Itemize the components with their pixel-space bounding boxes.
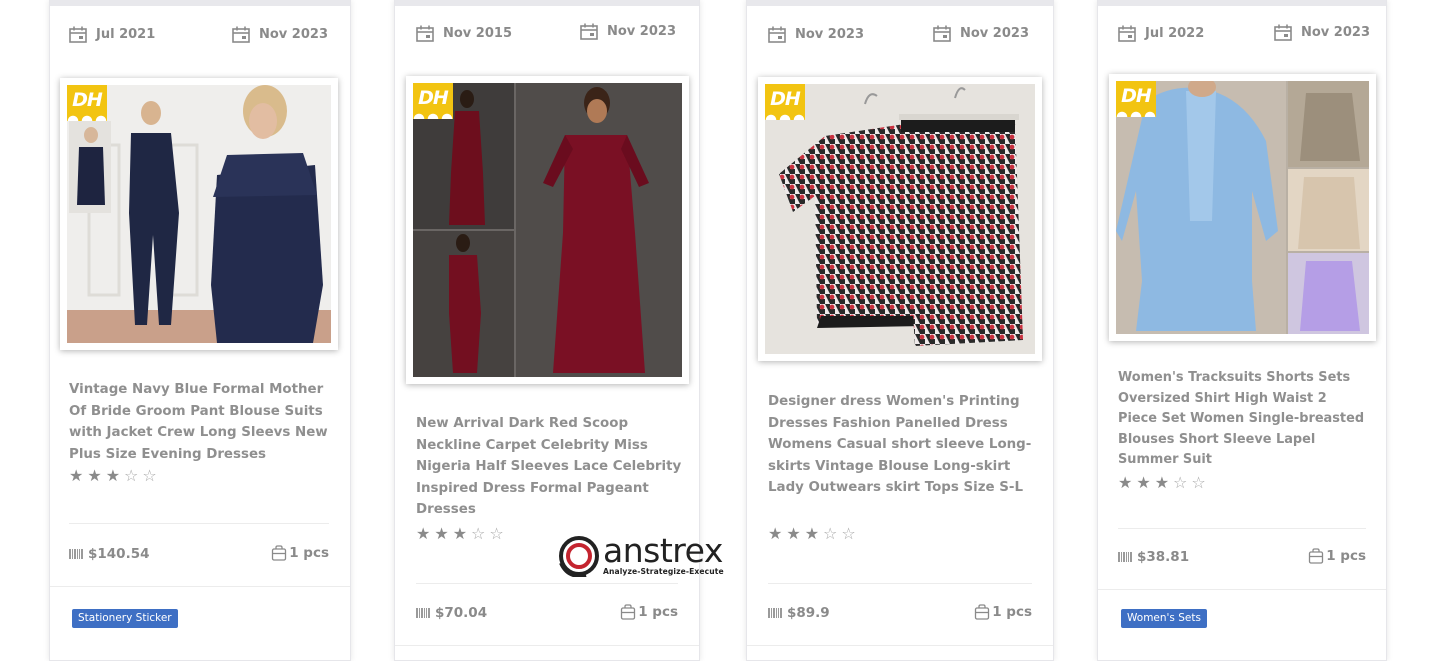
quantity: 1 pcs [1308,548,1366,564]
date-last-seen: Nov 2023 [933,25,1029,42]
date-first-seen: Nov 2015 [416,25,512,42]
divider [416,583,678,584]
calendar-icon [580,23,598,40]
barcode-icon [1118,552,1132,562]
price: $70.04 [416,605,487,621]
anstrex-logo-icon [559,536,599,577]
quantity: 1 pcs [974,604,1032,620]
date-last-seen: Nov 2023 [232,26,328,43]
product-card[interactable]: Jul 2021 Nov 2023 DH Vintage Navy Blue F… [49,0,351,661]
product-card[interactable]: Nov 2023 Nov 2023 DH Designer dress Wome… [746,0,1054,661]
star-icon: ★ [452,524,468,543]
product-title[interactable]: Women's Tracksuits Shorts Sets Oversized… [1118,368,1368,471]
shopping-bag-icon [1309,548,1324,564]
category-badge[interactable]: Stationery Sticker [72,609,178,628]
date-first-seen: Jul 2021 [69,26,155,43]
calendar-icon [1118,25,1136,42]
calendar-icon [416,25,434,42]
price: $38.81 [1118,549,1189,565]
barcode-icon [768,608,782,618]
star-icon: ★ [434,524,449,543]
watermark-tagline: Analyze-Strategize-Execute [603,567,724,576]
star-icon: ☆ [841,524,856,543]
price: $140.54 [69,546,150,562]
divider [395,645,699,646]
star-icon: ☆ [471,524,486,543]
date-first-seen: Nov 2023 [768,26,864,43]
star-icon: ★ [87,466,102,485]
category-badge[interactable]: Women's Sets [1121,609,1207,628]
dh-logo: DH [1116,81,1156,117]
star-icon: ☆ [1173,473,1188,492]
divider [1118,528,1366,529]
calendar-icon [69,26,87,43]
star-icon: ★ [105,466,121,485]
dh-logo: DH [67,85,107,121]
divider [50,586,350,587]
star-icon: ☆ [489,524,504,543]
dh-logo: DH [413,83,453,119]
star-icon: ☆ [142,466,157,485]
star-icon: ★ [768,524,783,543]
divider [1098,589,1386,590]
product-title[interactable]: New Arrival Dark Red Scoop Neckline Carp… [416,413,684,521]
divider [747,645,1053,646]
product-image[interactable]: DH [406,76,689,384]
star-icon: ★ [1154,473,1170,492]
quantity: 1 pcs [271,545,329,561]
product-image[interactable]: DH [758,77,1042,361]
barcode-icon [69,549,83,559]
star-rating: ★ ★ ★ ☆ ☆ [768,526,856,542]
date-last-seen: Nov 2023 [1274,24,1370,41]
price: $89.9 [768,605,830,621]
product-card[interactable]: Jul 2022 Nov 2023 DH Women's Tracksuits … [1097,0,1387,661]
star-icon: ★ [69,466,84,485]
shopping-bag-icon [975,604,990,620]
product-title[interactable]: Designer dress Women's Printing Dresses … [768,391,1038,499]
star-icon: ★ [804,524,820,543]
calendar-icon [933,25,951,42]
divider [69,523,329,524]
product-image[interactable]: DH [60,78,338,350]
watermark-brand: anstrex [603,531,723,570]
star-rating: ★ ★ ★ ☆ ☆ [1118,475,1206,491]
star-icon: ★ [1136,473,1151,492]
dh-logo: DH [765,84,805,120]
calendar-icon [768,26,786,43]
star-icon: ☆ [1191,473,1206,492]
quantity: 1 pcs [620,604,678,620]
calendar-icon [232,26,250,43]
date-last-seen: Nov 2023 [580,23,676,40]
star-icon: ☆ [823,524,838,543]
star-rating: ★ ★ ★ ☆ ☆ [416,526,504,542]
product-title[interactable]: Vintage Navy Blue Formal Mother Of Bride… [69,379,337,465]
divider [768,583,1032,584]
star-icon: ★ [1118,473,1133,492]
star-rating: ★ ★ ★ ☆ ☆ [69,468,157,484]
shopping-bag-icon [621,604,636,620]
anstrex-watermark: anstrex Analyze-Strategize-Execute [558,531,724,577]
star-icon: ★ [786,524,801,543]
star-icon: ★ [416,524,431,543]
product-image[interactable]: DH [1109,74,1376,341]
calendar-icon [1274,24,1292,41]
date-first-seen: Jul 2022 [1118,25,1204,42]
shopping-bag-icon [272,545,287,561]
star-icon: ☆ [124,466,139,485]
barcode-icon [416,608,430,618]
